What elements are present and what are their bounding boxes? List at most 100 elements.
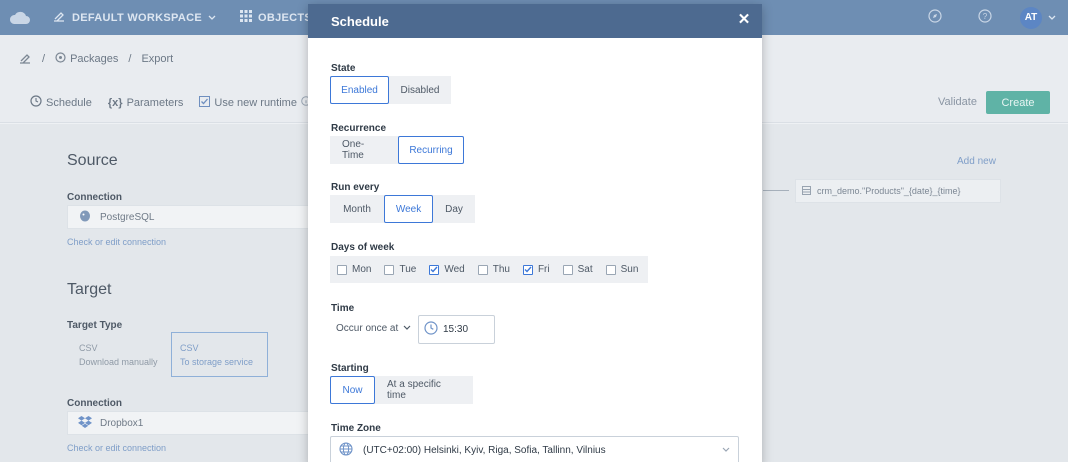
run-every-option-month[interactable]: Month: [330, 195, 384, 223]
days-of-week-checkboxes: Mon Tue Wed Thu Fri Sat Sun: [330, 256, 649, 283]
user-avatar[interactable]: AT: [1020, 6, 1042, 29]
svg-text:?: ?: [983, 12, 988, 21]
state-label: State: [331, 63, 356, 74]
checkbox-icon: [337, 264, 347, 275]
source-connection-value: PostgreSQL: [100, 211, 155, 223]
checkbox-icon: [477, 264, 488, 275]
run-every-option-week[interactable]: Week: [384, 195, 433, 223]
day-label: Sat: [577, 264, 593, 275]
time-label: Time: [331, 303, 355, 314]
compass-icon[interactable]: [928, 9, 942, 26]
time-zone-label: Time Zone: [331, 423, 381, 434]
target-type-name: CSV: [180, 343, 199, 353]
checkbox-checked-icon: [522, 264, 533, 275]
day-checkbox-mon[interactable]: Mon: [337, 264, 371, 275]
dropbox-icon: [78, 415, 92, 431]
breadcrumb-packages[interactable]: Packages: [70, 53, 118, 65]
table-icon: [802, 185, 811, 197]
create-button[interactable]: Create: [986, 91, 1050, 114]
parameters-tool[interactable]: {x} Parameters: [108, 97, 184, 109]
clock-icon: [30, 95, 42, 110]
checkbox-checked-icon: [199, 95, 211, 110]
objects-menu[interactable]: OBJECTS: [239, 10, 313, 25]
day-label: Sun: [620, 264, 639, 275]
day-label: Fri: [537, 264, 550, 275]
breadcrumb-separator: /: [42, 53, 46, 65]
starting-toggle: Now At a specific time: [330, 376, 473, 404]
chevron-down-icon[interactable]: [1048, 12, 1056, 24]
add-new-link[interactable]: Add new: [957, 156, 996, 167]
state-option-disabled[interactable]: Disabled: [389, 76, 451, 104]
target-heading: Target: [67, 281, 112, 298]
flow-item-label: crm_demo."Products"_{date}_{time}: [817, 186, 961, 196]
workspace-selector[interactable]: DEFAULT WORKSPACE: [52, 9, 216, 26]
recurrence-label: Recurrence: [331, 123, 387, 134]
day-label: Mon: [352, 264, 372, 275]
source-connection-label: Connection: [67, 192, 122, 203]
grid-icon: [239, 10, 252, 25]
use-new-runtime-toggle[interactable]: Use new runtime: [199, 95, 311, 110]
day-checkbox-thu[interactable]: Thu: [477, 264, 510, 275]
time-zone-select[interactable]: (UTC+02:00) Helsinki, Kyiv, Riga, Sofia,…: [330, 436, 739, 462]
globe-icon: [339, 441, 353, 459]
target-type-desc: To storage service: [180, 357, 254, 367]
target-connection-label: Connection: [67, 398, 122, 409]
workspace-icon: [52, 9, 66, 26]
workspace-name: DEFAULT WORKSPACE: [72, 11, 202, 24]
close-icon[interactable]: ✕: [736, 12, 752, 28]
state-toggle: Enabled Disabled: [330, 76, 451, 104]
day-checkbox-sat[interactable]: Sat: [562, 264, 593, 275]
chevron-down-icon: [722, 445, 730, 456]
target-type-label: Target Type: [67, 320, 123, 331]
checkbox-checked-icon: [429, 264, 440, 275]
day-checkbox-sun[interactable]: Sun: [605, 264, 639, 275]
check-edit-connection-link-2[interactable]: Check or edit connection: [67, 443, 166, 453]
run-every-option-day[interactable]: Day: [433, 195, 475, 223]
use-new-runtime-label: Use new runtime: [214, 96, 297, 109]
schedule-dialog: Schedule ✕ State Enabled Disabled Recurr…: [308, 4, 762, 462]
starting-label: Starting: [331, 363, 369, 374]
cloud-logo-icon[interactable]: [0, 0, 40, 35]
objects-label: OBJECTS: [257, 11, 313, 24]
schedule-tool[interactable]: Schedule: [30, 95, 92, 110]
time-mode-dropdown[interactable]: Occur once at: [336, 323, 411, 334]
recurrence-option-recurring[interactable]: Recurring: [398, 136, 464, 164]
day-checkbox-wed[interactable]: Wed: [429, 264, 465, 275]
day-label: Tue: [399, 264, 417, 275]
checkbox-icon: [384, 264, 395, 275]
clock-icon: [424, 321, 438, 338]
day-checkbox-tue[interactable]: Tue: [384, 264, 416, 275]
target-type-desc: Download manually: [79, 357, 158, 367]
flow-item[interactable]: crm_demo."Products"_{date}_{time}: [795, 179, 1001, 203]
target-type-name: CSV: [79, 343, 98, 353]
validate-button[interactable]: Validate: [938, 96, 977, 108]
target-connection-select[interactable]: Dropbox1: [67, 411, 312, 435]
state-option-enabled[interactable]: Enabled: [330, 76, 389, 104]
starting-option-now[interactable]: Now: [330, 376, 375, 404]
day-checkbox-fri[interactable]: Fri: [522, 264, 550, 275]
recurrence-option-one-time[interactable]: One-Time: [330, 136, 398, 164]
dialog-header: Schedule ✕: [308, 4, 762, 38]
chevron-down-icon: [208, 12, 216, 24]
recurrence-toggle: One-Time Recurring: [330, 136, 464, 164]
target-type-csv-download[interactable]: CSV Download manually: [71, 333, 171, 378]
check-edit-connection-link[interactable]: Check or edit connection: [67, 237, 166, 247]
checkbox-icon: [562, 264, 573, 275]
days-of-week-label: Days of week: [331, 242, 395, 253]
time-zone-value: (UTC+02:00) Helsinki, Kyiv, Riga, Sofia,…: [363, 444, 606, 456]
back-icon[interactable]: [18, 51, 32, 68]
help-icon[interactable]: ?: [978, 9, 992, 26]
run-every-label: Run every: [331, 182, 380, 193]
time-input[interactable]: 15:30: [418, 315, 495, 344]
postgresql-icon: [78, 209, 92, 226]
target-type-csv-storage[interactable]: CSV To storage service: [171, 332, 268, 377]
parameters-label: Parameters: [126, 96, 184, 109]
chevron-down-icon: [403, 323, 411, 334]
time-value: 15:30: [443, 324, 469, 335]
checkbox-icon: [605, 264, 616, 275]
schedule-label: Schedule: [46, 96, 92, 109]
starting-option-specific-time[interactable]: At a specific time: [375, 376, 473, 404]
time-mode-value: Occur once at: [336, 323, 399, 334]
source-connection-select[interactable]: PostgreSQL: [67, 205, 312, 229]
parameters-icon: {x}: [107, 96, 123, 109]
